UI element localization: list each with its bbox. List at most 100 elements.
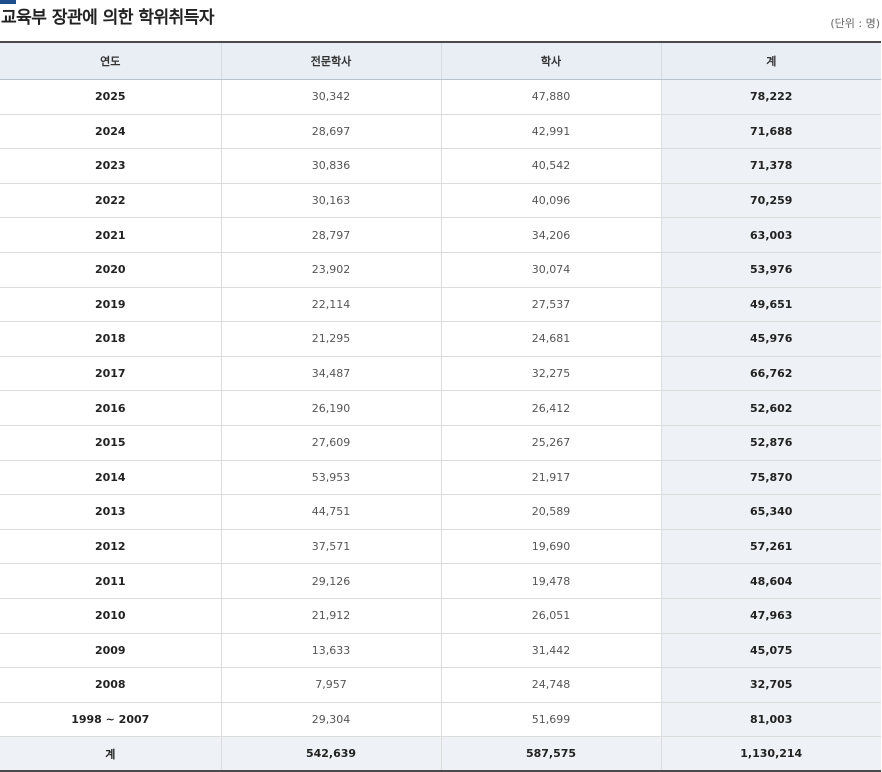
- header-year: 연도: [0, 42, 221, 80]
- cell-associate: 30,836: [220, 148, 441, 184]
- cell-associate: 21,295: [220, 321, 441, 357]
- cell-year: 2023: [0, 148, 221, 184]
- cell-associate: 34,487: [220, 356, 441, 392]
- cell-bachelor: 47,880: [440, 79, 661, 115]
- cell-bachelor: 19,478: [440, 563, 661, 599]
- cell-year: 2009: [0, 633, 221, 669]
- table-row: 2020 23,902 30,074 53,976: [0, 252, 881, 288]
- cell-year: 2020: [0, 252, 221, 288]
- table-row: 1998 ~ 2007 29,304 51,699 81,003: [0, 702, 881, 738]
- table-row: 2009 13,633 31,442 45,075: [0, 633, 881, 669]
- cell-year: 2017: [0, 356, 221, 392]
- cell-year: 2013: [0, 494, 221, 530]
- cell-total: 45,075: [660, 633, 881, 669]
- cell-year: 2024: [0, 114, 221, 150]
- cell-year: 2012: [0, 529, 221, 565]
- cell-bachelor: 51,699: [440, 702, 661, 738]
- table-row: 2008 7,957 24,748 32,705: [0, 667, 881, 703]
- cell-associate: 30,342: [220, 79, 441, 115]
- cell-total: 78,222: [660, 79, 881, 115]
- cell-bachelor: 20,589: [440, 494, 661, 530]
- table-row: 2019 22,114 27,537 49,651: [0, 287, 881, 323]
- cell-total: 49,651: [660, 287, 881, 323]
- cell-total: 53,976: [660, 252, 881, 288]
- cell-year: 2021: [0, 217, 221, 253]
- cell-associate: 29,126: [220, 563, 441, 599]
- cell-total: 52,602: [660, 390, 881, 426]
- cell-bachelor: 26,412: [440, 390, 661, 426]
- cell-bachelor: 26,051: [440, 598, 661, 634]
- table-row: 2021 28,797 34,206 63,003: [0, 217, 881, 253]
- cell-associate: 22,114: [220, 287, 441, 323]
- cell-bachelor: 40,542: [440, 148, 661, 184]
- cell-total: 48,604: [660, 563, 881, 599]
- header-bachelor: 학사: [440, 42, 661, 80]
- cell-bachelor: 42,991: [440, 114, 661, 150]
- cell-associate: 23,902: [220, 252, 441, 288]
- header-row: 연도 전문학사 학사 계: [0, 42, 881, 80]
- table-row: 2012 37,571 19,690 57,261: [0, 529, 881, 565]
- cell-total: 66,762: [660, 356, 881, 392]
- cell-year: 2025: [0, 79, 221, 115]
- header-associate: 전문학사: [220, 42, 441, 80]
- cell-year: 2016: [0, 390, 221, 426]
- title-accent-mark: [0, 0, 16, 4]
- cell-bachelor: 32,275: [440, 356, 661, 392]
- table-row: 2017 34,487 32,275 66,762: [0, 356, 881, 392]
- degree-table: 연도 전문학사 학사 계 2025 30,342 47,880 78,222 2024 2…: [0, 41, 881, 772]
- cell-bachelor: 19,690: [440, 529, 661, 565]
- cell-year: 2015: [0, 425, 221, 461]
- cell-year: 2010: [0, 598, 221, 634]
- table-row: 2015 27,609 25,267 52,876: [0, 425, 881, 461]
- cell-associate: 29,304: [220, 702, 441, 738]
- table-row: 2024 28,697 42,991 71,688: [0, 114, 881, 150]
- cell-associate: 28,797: [220, 217, 441, 253]
- cell-bachelor: 30,074: [440, 252, 661, 288]
- page-title: 교육부 장관에 의한 학위취득자: [1, 8, 215, 28]
- cell-associate: 44,751: [220, 494, 441, 530]
- cell-total: 63,003: [660, 217, 881, 253]
- table-header: 연도 전문학사 학사 계: [0, 42, 881, 80]
- cell-bachelor: 40,096: [440, 183, 661, 219]
- cell-bachelor: 21,917: [440, 460, 661, 496]
- cell-associate: 37,571: [220, 529, 441, 565]
- cell-bachelor: 31,442: [440, 633, 661, 669]
- cell-year: 2008: [0, 667, 221, 703]
- cell-year: 2011: [0, 563, 221, 599]
- sum-row: 계 542,639 587,575 1,130,214: [0, 736, 881, 772]
- sum-bachelor: 587,575: [440, 736, 661, 772]
- cell-associate: 21,912: [220, 598, 441, 634]
- cell-bachelor: 27,537: [440, 287, 661, 323]
- cell-total: 70,259: [660, 183, 881, 219]
- cell-total: 32,705: [660, 667, 881, 703]
- cell-total: 45,976: [660, 321, 881, 357]
- table-footer: 계 542,639 587,575 1,130,214: [0, 736, 881, 772]
- sum-total: 1,130,214: [660, 736, 881, 772]
- cell-associate: 28,697: [220, 114, 441, 150]
- cell-total: 71,378: [660, 148, 881, 184]
- cell-year: 2022: [0, 183, 221, 219]
- cell-total: 71,688: [660, 114, 881, 150]
- cell-total: 57,261: [660, 529, 881, 565]
- cell-bachelor: 24,681: [440, 321, 661, 357]
- table-row: 2022 30,163 40,096 70,259: [0, 183, 881, 219]
- cell-total: 47,963: [660, 598, 881, 634]
- table-row: 2010 21,912 26,051 47,963: [0, 598, 881, 634]
- cell-year: 2018: [0, 321, 221, 357]
- cell-associate: 13,633: [220, 633, 441, 669]
- cell-total: 52,876: [660, 425, 881, 461]
- unit-label: (단위 : 명): [830, 17, 880, 30]
- header-total: 계: [660, 42, 881, 80]
- cell-total: 81,003: [660, 702, 881, 738]
- cell-year: 1998 ~ 2007: [0, 702, 221, 738]
- table-row: 2023 30,836 40,542 71,378: [0, 148, 881, 184]
- table-row: 2016 26,190 26,412 52,602: [0, 390, 881, 426]
- table-row: 2011 29,126 19,478 48,604: [0, 563, 881, 599]
- cell-bachelor: 34,206: [440, 217, 661, 253]
- table-body: 2025 30,342 47,880 78,222 2024 28,697 42,991 71…: [0, 79, 881, 738]
- cell-total: 65,340: [660, 494, 881, 530]
- table-row: 2018 21,295 24,681 45,976: [0, 321, 881, 357]
- table-row: 2014 53,953 21,917 75,870: [0, 460, 881, 496]
- cell-associate: 30,163: [220, 183, 441, 219]
- table-row: 2013 44,751 20,589 65,340: [0, 494, 881, 530]
